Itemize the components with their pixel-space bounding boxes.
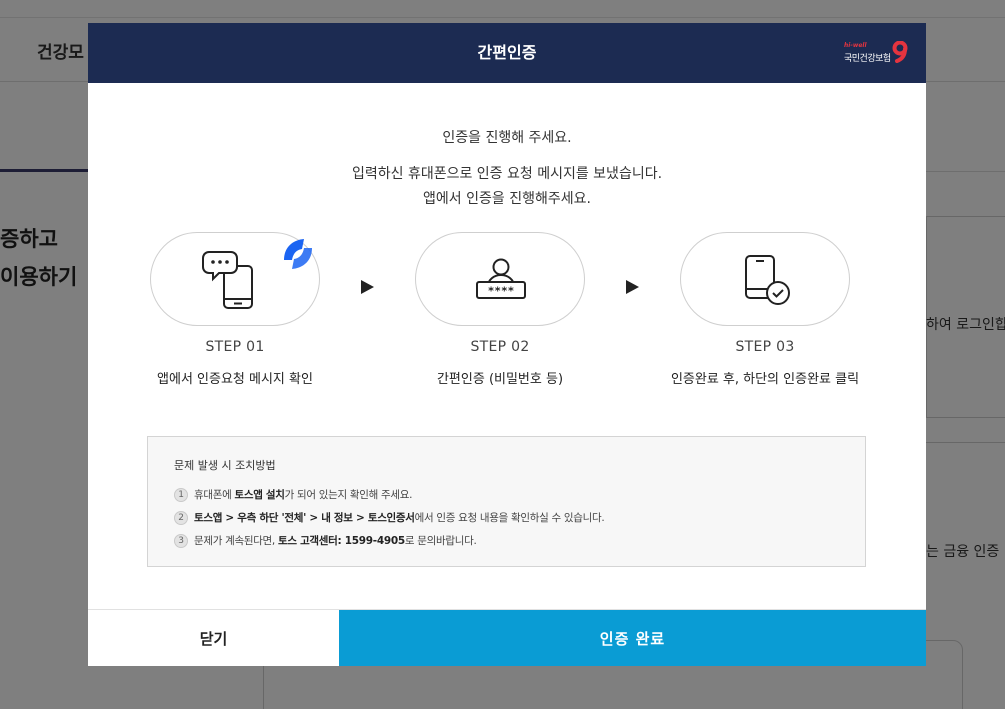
step-3-card: [680, 232, 850, 326]
item-number: 2: [174, 511, 188, 525]
modal-footer: 닫기 인증 완료: [88, 609, 926, 666]
step-2-label: STEP 02: [470, 339, 530, 355]
svg-text:****: ****: [488, 285, 515, 298]
brand-mark-icon: [892, 41, 908, 63]
step-arrow-icon: [626, 280, 639, 294]
step-3-label: STEP 03: [735, 339, 795, 355]
step-arrow-icon: [361, 280, 374, 294]
user-password-icon: ****: [476, 258, 526, 299]
intro-text: 입력하신 휴대폰으로 인증 요청 메시지를 보냈습니다.: [351, 166, 663, 182]
step-1-label: STEP 01: [205, 339, 265, 355]
auth-complete-button[interactable]: 인증 완료: [339, 610, 926, 666]
modal-header: 간편인증 hi-well 국민건강보험: [88, 23, 926, 83]
modal-title: 간편인증: [477, 43, 537, 62]
step-2-card: ****: [415, 232, 585, 326]
step-2-description: 간편인증 (비밀번호 등): [436, 372, 564, 387]
item-number: 3: [174, 534, 188, 548]
step-1-description: 앱에서 인증요청 메시지 확인: [157, 372, 313, 387]
item-text: 에서 인증 요청 내용을 확인하실 수 있습니다.: [414, 512, 605, 524]
troubleshooting-title: 문제 발생 시 조치방법: [174, 459, 276, 472]
brand-tagline: hi-well: [844, 42, 867, 49]
brand-name: 국민건강보험: [844, 54, 891, 64]
step-3-description: 인증완료 후, 하단의 인증완료 클릭: [670, 372, 860, 387]
toss-logo-icon: [284, 239, 312, 269]
item-text-bold: 토스 고객센터: 1599-4905: [278, 535, 405, 547]
intro-text: 앱에서 인증을 진행해주세요.: [423, 191, 591, 207]
troubleshooting-item: 3 문제가 계속된다면, 토스 고객센터: 1599-4905로 문의바랍니다.: [174, 533, 477, 549]
item-text: 가 되어 있는지 확인해 주세요.: [284, 489, 413, 501]
item-text-bold: 토스앱 > 우측 하단 '전체' > 내 정보 > 토스인증서: [194, 512, 415, 524]
item-text-bold: 토스앱 설치: [234, 489, 285, 501]
troubleshooting-item: 1 휴대폰에 토스앱 설치가 되어 있는지 확인해 주세요.: [174, 487, 412, 503]
intro-title: 인증을 진행해 주세요.: [442, 130, 572, 146]
item-text: 휴대폰에: [194, 489, 235, 501]
simple-auth-modal: 간편인증 hi-well 국민건강보험 인증을 진행해 주세요. 입력하신 휴대…: [88, 23, 926, 666]
item-number: 1: [174, 488, 188, 502]
close-button[interactable]: 닫기: [88, 610, 339, 666]
phone-check-icon: [745, 255, 790, 305]
troubleshooting-box: 문제 발생 시 조치방법 1 휴대폰에 토스앱 설치가 되어 있는지 확인해 주세…: [147, 436, 866, 567]
nhis-logo: hi-well 국민건강보험: [844, 41, 910, 71]
troubleshooting-item: 2 토스앱 > 우측 하단 '전체' > 내 정보 > 토스인증서에서 인증 요청…: [174, 510, 605, 526]
item-text: 로 문의바랍니다.: [404, 535, 477, 547]
item-text: 문제가 계속된다면,: [194, 535, 278, 547]
